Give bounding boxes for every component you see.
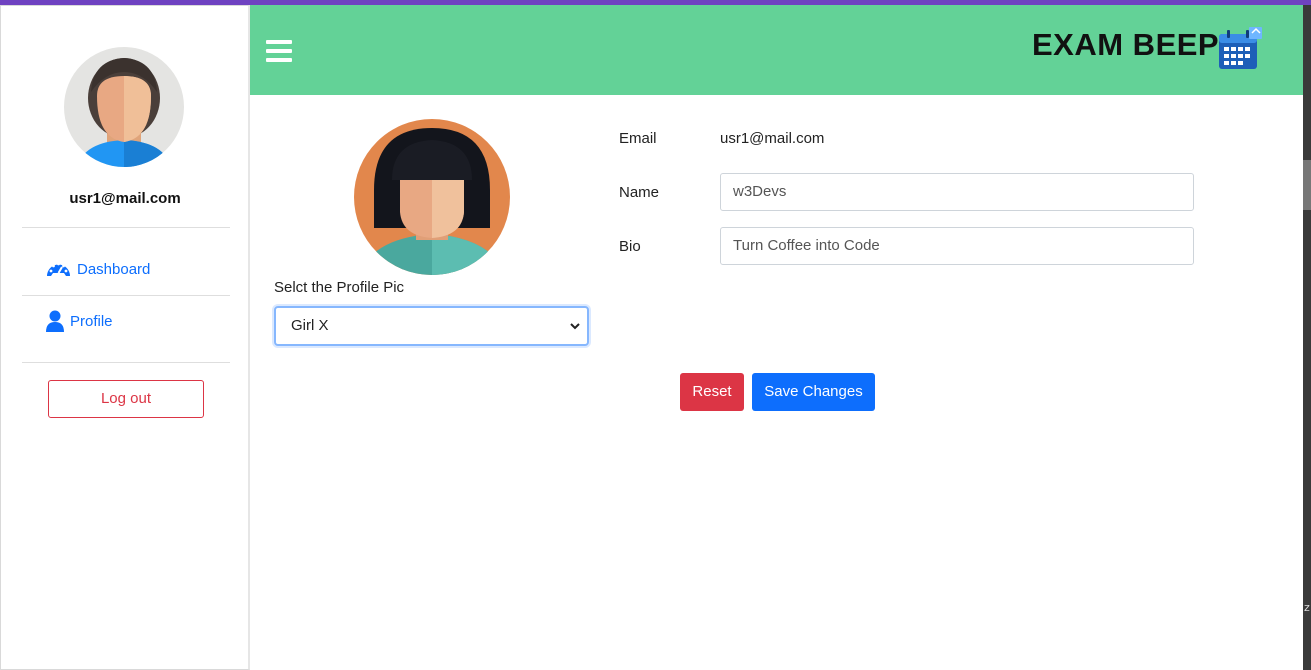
menu-icon[interactable] — [266, 40, 292, 62]
scrollbar-thumb[interactable] — [1303, 160, 1311, 210]
name-input[interactable]: w3Devs — [720, 173, 1194, 211]
email-label: Email — [619, 130, 657, 147]
chevron-down-icon — [570, 323, 580, 330]
top-header: EXAM BEEP — [250, 5, 1303, 95]
sidebar-user-email: usr1@mail.com — [69, 190, 181, 207]
user-icon — [46, 310, 64, 332]
sidebar-item-label: Dashboard — [77, 260, 151, 278]
brand-title: EXAM BEEP — [1032, 27, 1220, 62]
profile-pic-select-value: Girl X — [291, 317, 329, 334]
sidebar-item-profile[interactable]: Profile — [46, 310, 113, 332]
calendar-icon — [1219, 27, 1262, 69]
edge-glyph: z — [1304, 601, 1310, 614]
bio-label: Bio — [619, 238, 641, 255]
profile-pic-label: Selct the Profile Pic — [274, 279, 405, 296]
sidebar-divider — [22, 227, 230, 228]
sidebar-divider — [22, 295, 230, 296]
sidebar-item-label: Profile — [70, 312, 113, 330]
logout-button[interactable]: Log out — [48, 380, 204, 418]
save-changes-button[interactable]: Save Changes — [752, 373, 875, 411]
profile-pic-select[interactable]: Girl X — [274, 306, 589, 346]
bio-input[interactable]: Turn Coffee into Code — [720, 227, 1194, 265]
profile-picture-preview — [354, 119, 510, 275]
reset-button[interactable]: Reset — [680, 373, 744, 411]
dashboard-icon — [47, 262, 70, 276]
sidebar-item-dashboard[interactable]: Dashboard — [46, 259, 150, 279]
sidebar-divider — [22, 362, 230, 363]
email-value: usr1@mail.com — [720, 130, 825, 147]
user-avatar — [64, 47, 184, 167]
name-label: Name — [619, 184, 660, 201]
sidebar: usr1@mail.com Dashboard Profile Log out — [0, 5, 250, 670]
window-edge: z — [1303, 5, 1311, 670]
